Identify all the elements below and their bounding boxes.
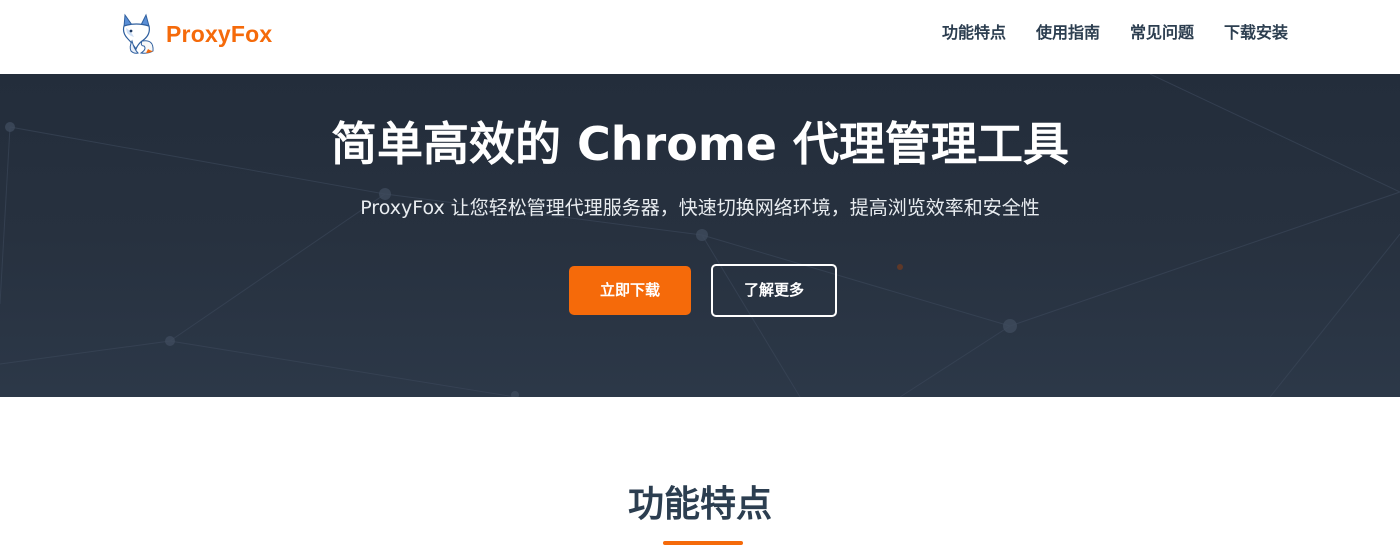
section-title-underline [663, 541, 743, 545]
brand-name: ProxyFox [166, 20, 273, 47]
nav-item-guide[interactable]: 使用指南 [1036, 22, 1100, 44]
brand-logo[interactable]: ProxyFox [120, 12, 272, 56]
nav-item-download[interactable]: 下载安装 [1224, 22, 1288, 44]
hero-subtitle: ProxyFox 让您轻松管理代理服务器，快速切换网络环境，提高浏览效率和安全性 [360, 197, 1040, 219]
fox-logo-icon [122, 13, 154, 54]
main-nav: 功能特点 使用指南 常见问题 下载安装 [912, 22, 1288, 44]
nav-item-features[interactable]: 功能特点 [942, 22, 1006, 44]
nav-item-faq[interactable]: 常见问题 [1130, 22, 1194, 44]
hero-section: 简单高效的 Chrome 代理管理工具 ProxyFox 让您轻松管理代理服务器… [0, 74, 1400, 397]
features-section-title: 功能特点 [627, 484, 772, 525]
learn-more-button[interactable]: 了解更多 [711, 264, 837, 317]
download-now-button[interactable]: 立即下载 [569, 266, 691, 315]
hero-title: 简单高效的 Chrome 代理管理工具 [331, 117, 1069, 171]
site-header: ProxyFox 功能特点 使用指南 常见问题 下载安装 [0, 0, 1400, 74]
